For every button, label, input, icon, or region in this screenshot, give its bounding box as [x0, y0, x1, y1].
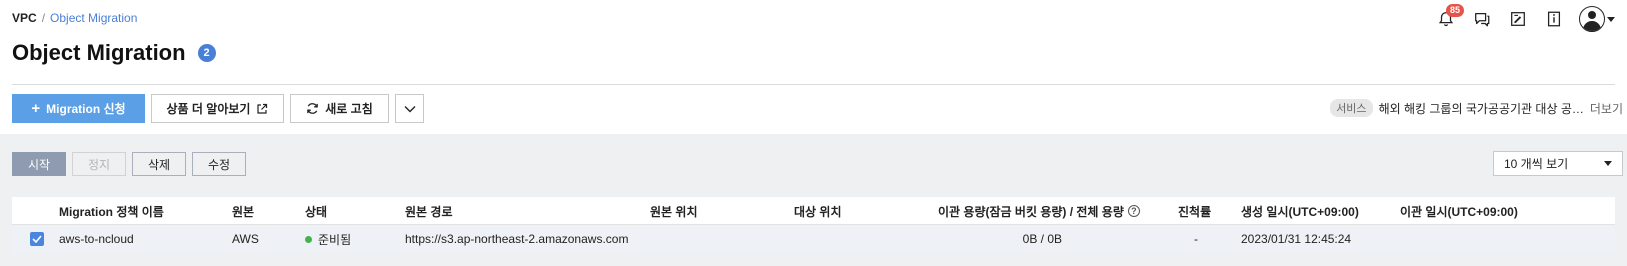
toolbar: + Migration 신청 상품 더 알아보기 새로 고침 — [12, 94, 424, 123]
page-title-wrap: Object Migration 2 — [12, 40, 216, 66]
notice-more-link[interactable]: 더보기 — [1590, 100, 1623, 117]
header-icons: 85 — [1435, 4, 1615, 32]
page-size-select[interactable]: 10 개씩 보기 — [1493, 151, 1623, 176]
info-book-icon — [1547, 11, 1561, 27]
col-source-location[interactable]: 원본 위치 — [650, 197, 698, 225]
col-source-path[interactable]: 원본 경로 — [405, 197, 453, 225]
notice-text: 해외 해킹 그룹의 국가공공기관 대상 공… — [1378, 101, 1584, 116]
row-status: 준비됨 — [305, 225, 351, 253]
learn-more-label: 상품 더 알아보기 — [166, 102, 251, 116]
plus-icon: + — [31, 100, 41, 117]
avatar — [1579, 6, 1605, 32]
notification-button[interactable]: 85 — [1435, 4, 1465, 30]
col-capacity-label: 이관 용량(잠금 버킷 용량) / 전체 용량 — [938, 204, 1124, 219]
row-created: 2023/01/31 12:45:24 — [1241, 232, 1352, 246]
migration-table: Migration 정책 이름 원본 상태 원본 경로 원본 위치 대상 위치 … — [12, 197, 1615, 253]
edit-note-button[interactable] — [1507, 8, 1529, 30]
col-capacity[interactable]: 이관 용량(잠금 버킷 용량) / 전체 용량 ? — [938, 197, 1140, 225]
title-count-badge: 2 — [197, 44, 216, 62]
page-title: Object Migration — [12, 40, 186, 65]
col-created[interactable]: 생성 일시(UTC+09:00) — [1241, 197, 1359, 225]
row-capacity: 0B / 0B — [1022, 232, 1062, 246]
row-source: AWS — [232, 232, 259, 246]
edit-button[interactable]: 수정 — [192, 152, 246, 176]
chevron-down-icon — [404, 105, 415, 112]
row-status-label: 준비됨 — [318, 232, 352, 247]
top-bar: VPC / Object Migration 85 — [0, 0, 1627, 36]
chat-button[interactable] — [1471, 8, 1493, 30]
migration-request-button[interactable]: + Migration 신청 — [12, 94, 145, 123]
row-checkbox[interactable] — [30, 225, 44, 253]
row-name[interactable]: aws-to-ncloud — [59, 225, 134, 253]
migration-request-label: Migration 신청 — [46, 102, 126, 116]
refresh-icon — [307, 103, 319, 114]
breadcrumb-current[interactable]: Object Migration — [50, 11, 137, 25]
page-size-value: 10 개씩 보기 — [1504, 157, 1569, 171]
refresh-label: 새로 고침 — [325, 102, 373, 116]
action-buttons: 시작 정지 삭제 수정 — [12, 152, 246, 176]
divider — [12, 84, 1615, 85]
external-link-icon — [257, 103, 268, 114]
col-status[interactable]: 상태 — [305, 197, 327, 225]
stop-button: 정지 — [72, 152, 126, 176]
col-migrated[interactable]: 이관 일시(UTC+09:00) — [1400, 197, 1518, 225]
dropdown-arrow-icon — [1604, 161, 1612, 166]
user-menu[interactable] — [1579, 6, 1615, 32]
chat-icon — [1475, 12, 1490, 27]
col-name[interactable]: Migration 정책 이름 — [59, 197, 164, 225]
col-source[interactable]: 원본 — [232, 197, 254, 225]
row-source-path: https://s3.ap-northeast-2.amazonaws.com — [405, 232, 629, 246]
col-progress[interactable]: 진척률 — [1178, 197, 1211, 225]
more-options-button[interactable] — [395, 94, 424, 123]
checkbox-checked-icon — [30, 232, 44, 246]
learn-more-button[interactable]: 상품 더 알아보기 — [151, 94, 284, 123]
notice-tag: 서비스 — [1330, 99, 1373, 117]
row-progress: - — [1194, 232, 1198, 246]
delete-button[interactable]: 삭제 — [132, 152, 186, 176]
edit-note-icon — [1511, 12, 1525, 26]
status-dot-icon — [305, 235, 312, 243]
help-icon[interactable]: ? — [1127, 205, 1140, 217]
refresh-button[interactable]: 새로 고침 — [290, 94, 389, 123]
info-button[interactable] — [1543, 8, 1565, 30]
table-row[interactable]: aws-to-ncloud AWS 준비됨 https://s3.ap-nort… — [12, 225, 1615, 253]
service-notice[interactable]: 서비스 해외 해킹 그룹의 국가공공기관 대상 공… 더보기 — [1330, 99, 1623, 117]
chevron-down-icon — [1607, 16, 1615, 22]
table-header: Migration 정책 이름 원본 상태 원본 경로 원본 위치 대상 위치 … — [12, 197, 1615, 225]
start-button[interactable]: 시작 — [12, 152, 66, 176]
col-target-location[interactable]: 대상 위치 — [794, 197, 842, 225]
breadcrumb-separator: / — [41, 11, 46, 25]
breadcrumb-root[interactable]: VPC — [12, 11, 37, 25]
breadcrumb: VPC / Object Migration — [12, 11, 137, 25]
notification-badge: 85 — [1446, 4, 1465, 17]
